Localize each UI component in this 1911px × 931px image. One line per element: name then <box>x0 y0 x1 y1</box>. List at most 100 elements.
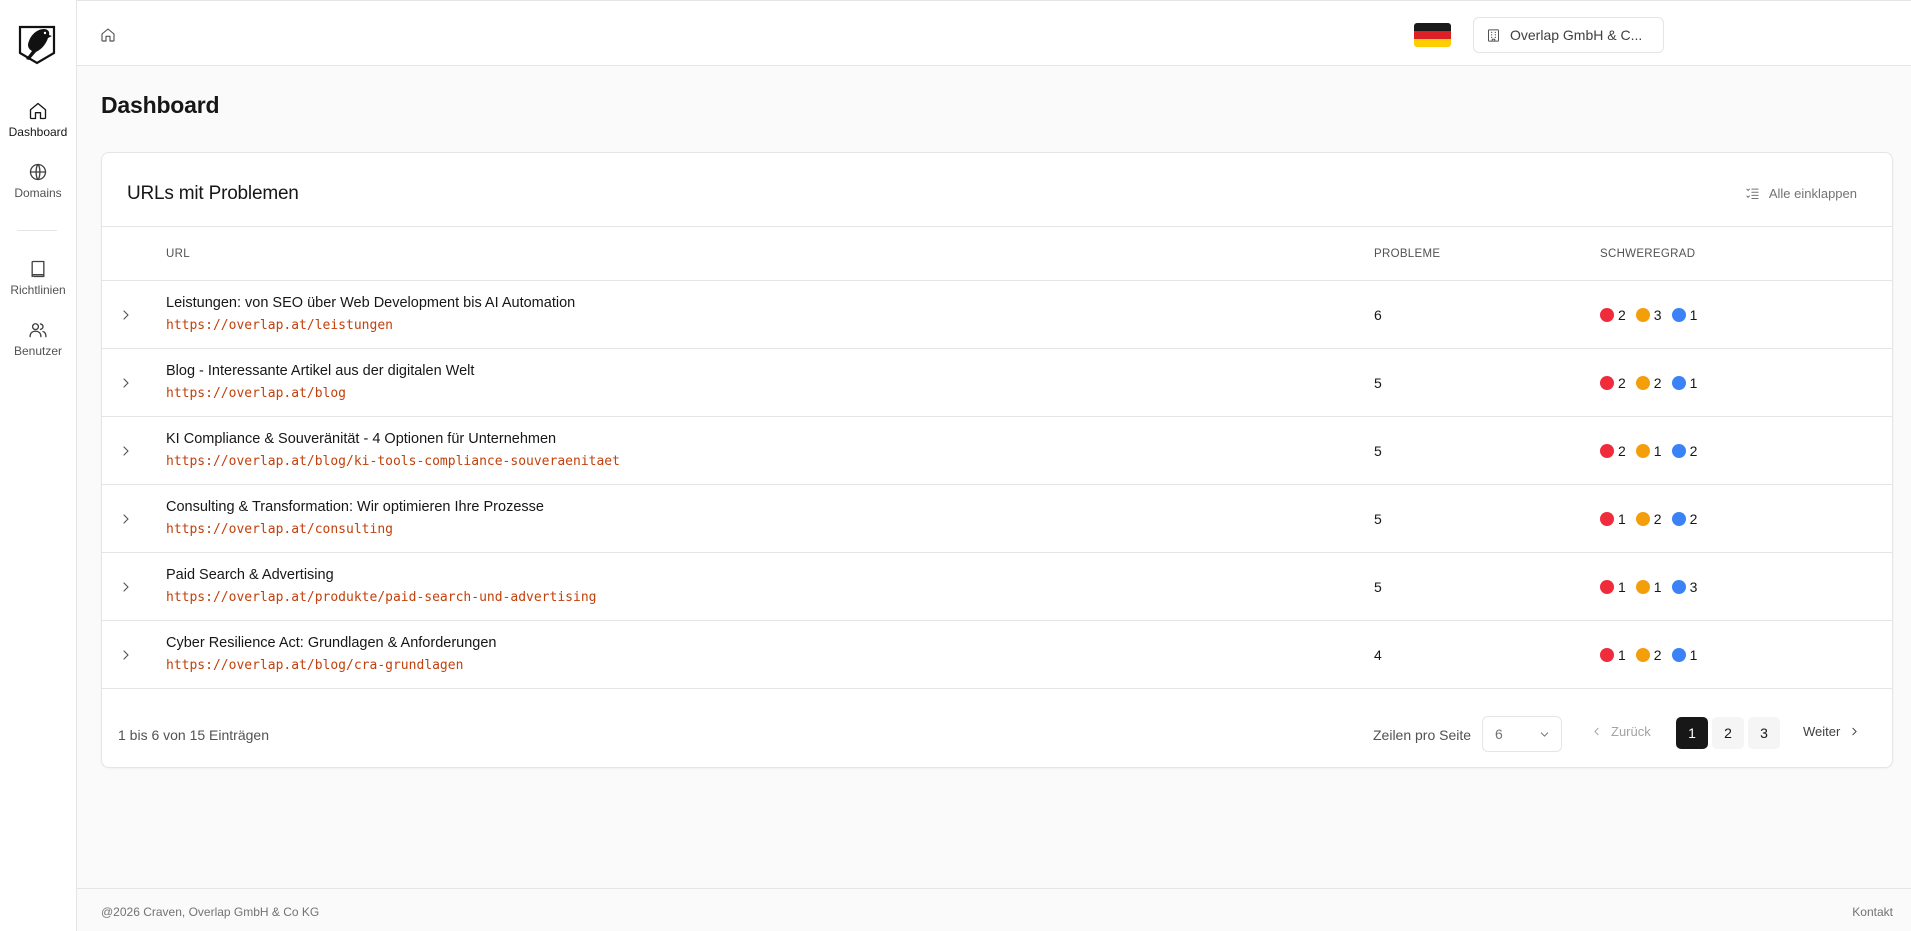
problem-count: 5 <box>1374 443 1382 459</box>
page-footer: @2026 Craven, Overlap GmbH & Co KG Konta… <box>77 888 1911 931</box>
book-icon <box>31 260 45 278</box>
rows-per-page-label: Zeilen pro Seite <box>1373 727 1472 743</box>
row-url-link[interactable]: https://overlap.at/produkte/paid-search-… <box>166 590 596 605</box>
row-url-link[interactable]: https://overlap.at/consulting <box>166 522 393 537</box>
severity-low-dot <box>1671 512 1686 526</box>
expand-chevron-icon[interactable] <box>118 511 134 527</box>
severity-low-count: 2 <box>1689 511 1698 527</box>
severity-low-dot <box>1671 376 1686 390</box>
severity-badges: 1 2 1 <box>1600 647 1707 663</box>
sidebar-item-label: Domains <box>14 186 62 200</box>
problem-count: 5 <box>1374 511 1382 527</box>
severity-low-count: 1 <box>1689 375 1698 391</box>
row-title: Consulting & Transformation: Wir optimie… <box>166 499 544 515</box>
home-icon <box>29 102 47 120</box>
globe-icon <box>29 163 47 181</box>
severity-high-dot <box>1600 376 1614 390</box>
copyright-text: @2026 Craven, Overlap GmbH & Co KG <box>101 905 320 919</box>
severity-medium-count: 2 <box>1653 375 1662 391</box>
severity-badges: 2 3 1 <box>1600 307 1707 323</box>
column-header-url: URL <box>166 248 190 260</box>
row-url-link[interactable]: https://overlap.at/leistungen <box>166 318 393 333</box>
page-button-2[interactable]: 2 <box>1712 717 1744 749</box>
organization-name: Overlap GmbH & C... <box>1510 27 1643 43</box>
severity-medium-dot <box>1635 648 1650 662</box>
rows-per-page-value: 6 <box>1495 726 1503 742</box>
table-row[interactable]: Cyber Resilience Act: Grundlagen & Anfor… <box>102 621 1892 689</box>
users-icon <box>29 323 47 338</box>
severity-medium-dot <box>1635 308 1650 322</box>
sidebar-item-benutzer[interactable]: Benutzer <box>0 320 76 358</box>
organization-select[interactable]: Overlap GmbH & C... <box>1473 17 1664 53</box>
table-row[interactable]: KI Compliance & Souveränität - 4 Optione… <box>102 417 1892 485</box>
table-pagination: 1 bis 6 von 15 Einträgen Zeilen pro Seit… <box>102 693 1892 768</box>
severity-high-count: 1 <box>1618 579 1626 595</box>
row-title: Paid Search & Advertising <box>166 567 334 583</box>
severity-medium-dot <box>1635 444 1650 458</box>
page-title: Dashboard <box>101 92 220 118</box>
table-row[interactable]: Consulting & Transformation: Wir optimie… <box>102 485 1892 553</box>
severity-high-count: 2 <box>1618 443 1626 459</box>
logo-icon[interactable] <box>17 24 57 66</box>
table-row[interactable]: Blog - Interessante Artikel aus der digi… <box>102 349 1892 417</box>
severity-high-dot <box>1600 308 1614 322</box>
severity-high-count: 2 <box>1618 307 1626 323</box>
row-url-link[interactable]: https://overlap.at/blog <box>166 386 346 401</box>
problem-count: 6 <box>1374 307 1382 323</box>
table-row[interactable]: Leistungen: von SEO über Web Development… <box>102 281 1892 349</box>
page-button-1[interactable]: 1 <box>1676 717 1708 749</box>
chevron-down-icon <box>1540 732 1549 737</box>
collapse-all-label: Alle einklappen <box>1768 185 1857 201</box>
top-header: Overlap GmbH & C... <box>77 0 1911 66</box>
severity-low-dot <box>1671 648 1686 662</box>
sidebar-item-label: Benutzer <box>13 344 63 358</box>
problem-count: 4 <box>1374 647 1382 663</box>
table-row[interactable]: Paid Search & Advertising https://overla… <box>102 553 1892 621</box>
collapse-all-button[interactable]: Alle einklappen <box>1745 183 1857 203</box>
sidebar-item-dashboard[interactable]: Dashboard <box>0 101 76 139</box>
sidebar: Dashboard Domains Richtlinien Benutzer <box>0 0 77 931</box>
expand-chevron-icon[interactable] <box>118 307 134 323</box>
severity-medium-count: 1 <box>1653 443 1662 459</box>
urls-with-problems-card: URLs mit Problemen Alle einklappen URL P… <box>101 152 1893 768</box>
chevron-right-icon <box>1852 727 1857 736</box>
contact-link[interactable]: Kontakt <box>1852 905 1893 919</box>
sidebar-item-label: Dashboard <box>8 125 68 139</box>
rows-per-page-select[interactable]: 6 <box>1482 716 1562 752</box>
sidebar-item-richtlinien[interactable]: Richtlinien <box>0 259 76 297</box>
severity-medium-count: 1 <box>1653 579 1662 595</box>
sidebar-divider <box>17 230 57 231</box>
breadcrumb-home-icon[interactable] <box>100 27 116 43</box>
severity-low-dot <box>1671 308 1686 322</box>
severity-low-count: 1 <box>1689 647 1698 663</box>
severity-high-dot <box>1600 648 1614 662</box>
card-title: URLs mit Problemen <box>127 183 299 204</box>
expand-chevron-icon[interactable] <box>118 375 134 391</box>
severity-high-dot <box>1600 512 1614 526</box>
severity-low-dot <box>1671 444 1686 458</box>
severity-badges: 2 2 1 <box>1600 375 1707 391</box>
expand-chevron-icon[interactable] <box>118 443 134 459</box>
germany-flag-icon[interactable] <box>1414 23 1451 47</box>
problem-count: 5 <box>1374 375 1382 391</box>
page-button-3[interactable]: 3 <box>1748 717 1780 749</box>
severity-badges: 1 1 3 <box>1600 579 1707 595</box>
row-title: KI Compliance & Souveränität - 4 Optione… <box>166 431 557 447</box>
severity-medium-dot <box>1635 580 1650 594</box>
severity-high-count: 1 <box>1618 647 1626 663</box>
previous-page-button[interactable]: Zurück <box>1590 724 1651 739</box>
next-page-button[interactable]: Weiter <box>1803 724 1861 739</box>
row-url-link[interactable]: https://overlap.at/blog/ki-tools-complia… <box>166 454 620 469</box>
row-title: Blog - Interessante Artikel aus der digi… <box>166 363 475 379</box>
expand-chevron-icon[interactable] <box>118 579 134 595</box>
severity-medium-dot <box>1635 376 1650 390</box>
entries-summary: 1 bis 6 von 15 Einträgen <box>118 727 269 743</box>
row-url-link[interactable]: https://overlap.at/blog/cra-grundlagen <box>166 658 463 673</box>
previous-page-label: Zurück <box>1611 724 1651 739</box>
severity-high-count: 1 <box>1618 511 1626 527</box>
next-page-label: Weiter <box>1803 724 1841 739</box>
expand-chevron-icon[interactable] <box>118 647 134 663</box>
sidebar-item-domains[interactable]: Domains <box>0 162 76 200</box>
row-title: Leistungen: von SEO über Web Development… <box>166 295 576 311</box>
building-icon <box>1488 28 1499 42</box>
